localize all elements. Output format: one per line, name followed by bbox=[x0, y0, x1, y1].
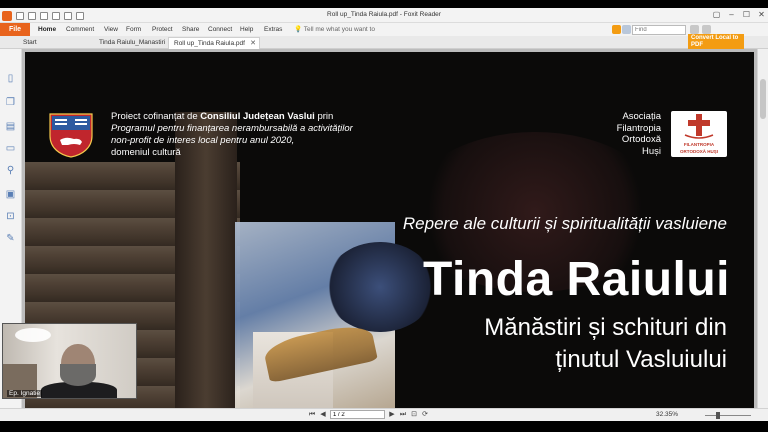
doc-tab-rollup[interactable]: Roll up_Tinda Raiula.pdf ✕ bbox=[168, 37, 260, 49]
tab-comment[interactable]: Comment bbox=[66, 23, 94, 36]
vaslui-coat-of-arms-icon bbox=[49, 113, 93, 158]
doc-tab-label: Start bbox=[23, 39, 37, 46]
signature-icon[interactable]: ▣ bbox=[5, 189, 16, 200]
convert-button[interactable]: Convert Local to PDF bbox=[688, 34, 744, 50]
lock-icon[interactable]: ⊡ bbox=[5, 211, 16, 222]
layers-icon[interactable]: ▤ bbox=[5, 121, 16, 132]
next-page-icon[interactable]: ▶ bbox=[388, 410, 396, 419]
first-page-icon[interactable]: ⏮ bbox=[308, 410, 316, 419]
tab-form[interactable]: Form bbox=[126, 23, 141, 36]
ribbon-tabs: File Home Comment View Form Protect Shar… bbox=[0, 23, 768, 36]
user-icon[interactable] bbox=[622, 25, 631, 34]
lightbulb-icon: 💡 bbox=[294, 26, 304, 33]
logo-text-top: FILANTROPIA bbox=[683, 142, 715, 147]
tab-extras[interactable]: Extras bbox=[264, 23, 282, 36]
project-line1-a: Proiect cofinanțat de bbox=[111, 111, 201, 122]
project-line2: Programul pentru finanțarea nerambursabi… bbox=[111, 123, 353, 134]
assoc-line: Filantropia bbox=[616, 122, 661, 134]
tell-me-box[interactable]: 💡 Tell me what you want to bbox=[294, 23, 375, 36]
minimize-icon[interactable]: – bbox=[727, 10, 736, 19]
tab-home[interactable]: Home bbox=[38, 23, 56, 36]
page-navigation: ⏮ ◀ ▶ ⏭ ⊡ ⟳ bbox=[308, 410, 429, 419]
document-title: Tinda Raiului bbox=[423, 253, 730, 306]
document-subtitle: Repere ale culturii și spiritualității v… bbox=[402, 214, 727, 233]
document-tabs: Start Tinda Raiulu_Manastiri ... Roll up… bbox=[0, 36, 768, 58]
bookmark-icon[interactable]: ▯ bbox=[5, 73, 16, 84]
prev-page-icon[interactable]: ◀ bbox=[319, 410, 327, 419]
rotate-icon[interactable]: ⟳ bbox=[421, 410, 429, 419]
zoom-slider[interactable] bbox=[705, 415, 751, 416]
filantropia-logo: FILANTROPIA ORTODOXĂ HUȘI bbox=[671, 111, 727, 157]
vertical-scrollbar[interactable] bbox=[757, 49, 768, 408]
page-number-field[interactable] bbox=[330, 410, 385, 419]
fit-page-icon[interactable]: ⊡ bbox=[410, 410, 418, 419]
search-next-icon[interactable] bbox=[702, 25, 711, 34]
document-line1: Mănăstiri și schituri din bbox=[484, 314, 727, 341]
find-input[interactable] bbox=[632, 25, 686, 35]
webcam-overlay: Ep. Ignatie bbox=[2, 323, 137, 399]
settings-icon[interactable] bbox=[612, 25, 621, 34]
assoc-line: Huși bbox=[641, 145, 661, 157]
assoc-line: Ortodoxă bbox=[621, 134, 661, 145]
tab-protect[interactable]: Protect bbox=[152, 23, 173, 36]
tab-help[interactable]: Help bbox=[240, 23, 253, 36]
bottom-black-strip bbox=[0, 421, 768, 432]
tab-connect[interactable]: Connect bbox=[208, 23, 232, 36]
webcam-name-label: Ep. Ignatie bbox=[7, 390, 43, 397]
assoc-line: Asociația bbox=[622, 111, 661, 122]
scroll-thumb[interactable] bbox=[760, 79, 766, 119]
project-line1-c: prin bbox=[314, 111, 334, 122]
doc-tab-start[interactable]: Start bbox=[18, 37, 94, 49]
logo-text-bottom: ORTODOXĂ HUȘI bbox=[680, 149, 718, 154]
webcam-light bbox=[15, 328, 51, 342]
status-bar: ⏮ ◀ ▶ ⏭ ⊡ ⟳ 32.35% bbox=[0, 408, 768, 421]
project-line4: domeniul cultură bbox=[111, 147, 181, 158]
zoom-slider-knob[interactable] bbox=[716, 412, 720, 419]
last-page-icon[interactable]: ⏭ bbox=[399, 410, 407, 419]
zoom-level[interactable]: 32.35% bbox=[656, 411, 678, 418]
project-text: Proiect cofinanțat de Consiliul Județean… bbox=[111, 111, 441, 159]
tab-share[interactable]: Share bbox=[182, 23, 199, 36]
association-name: Asociația Filantropia Ortodoxă Huși bbox=[585, 111, 661, 157]
window-title: Roll up_Tinda Raiula.pdf - Foxit Reader bbox=[327, 11, 441, 18]
window-controls: ▢ – ☐ ✕ bbox=[712, 10, 766, 19]
title-bar: Roll up_Tinda Raiula.pdf - Foxit Reader … bbox=[0, 8, 768, 23]
project-council: Consiliul Județean Vaslui bbox=[200, 111, 315, 122]
attachment-icon[interactable]: ⚲ bbox=[5, 165, 16, 176]
comments-icon[interactable]: ▭ bbox=[5, 143, 16, 154]
file-tab[interactable]: File bbox=[0, 23, 30, 36]
tell-me-text: Tell me what you want to bbox=[303, 26, 375, 33]
project-line3: non-profit de interes local pentru anul … bbox=[111, 135, 295, 146]
doc-tab-label: Roll up_Tinda Raiula.pdf bbox=[174, 40, 245, 47]
search-prev-icon[interactable] bbox=[690, 25, 699, 34]
restore-icon[interactable]: ▢ bbox=[712, 10, 721, 19]
maximize-icon[interactable]: ☐ bbox=[742, 10, 751, 19]
pages-icon[interactable]: ❐ bbox=[5, 97, 16, 108]
doc-tab-manastiri[interactable]: Tinda Raiulu_Manastiri ... bbox=[94, 37, 168, 58]
document-line2: ținutul Vasluiului bbox=[555, 346, 727, 373]
cross-icon bbox=[684, 114, 714, 139]
tools-icon[interactable]: ✎ bbox=[5, 233, 16, 244]
tab-view[interactable]: View bbox=[104, 23, 118, 36]
top-black-strip bbox=[0, 0, 768, 8]
webcam-person-beard bbox=[60, 364, 96, 386]
close-icon[interactable]: ✕ bbox=[757, 10, 766, 19]
